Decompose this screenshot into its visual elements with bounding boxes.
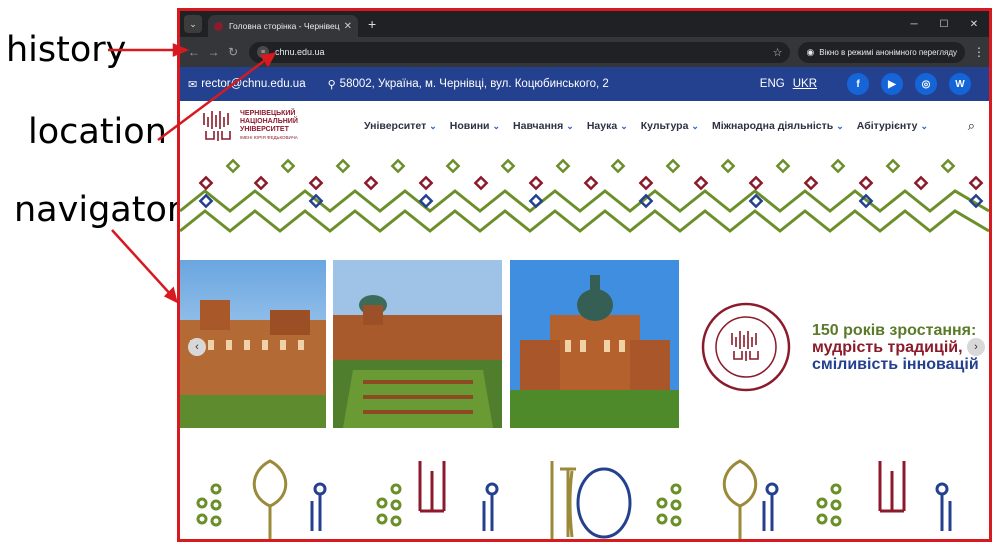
browser-menu-icon[interactable]: ⋮ <box>973 45 985 59</box>
chevron-down-icon: ⌄ <box>920 121 928 131</box>
logo-emblem-icon <box>203 111 231 141</box>
close-tab-icon[interactable]: ✕ <box>344 21 352 32</box>
facebook-icon[interactable]: f <box>847 73 869 95</box>
tab-strip: ⌄ Головна сторінка - Чернівецьк ✕ + ─ ☐ … <box>180 11 989 37</box>
incognito-indicator[interactable]: ◉ Вікно в режимі анонімного перегляду <box>798 41 965 63</box>
tab-search-button[interactable]: ⌄ <box>184 15 202 33</box>
incognito-icon: ◉ <box>806 46 815 57</box>
university-logo[interactable]: ЧЕРНІВЕЦЬКИЙ НАЦІОНАЛЬНИЙ УНІВЕРСИТЕТ ІМ… <box>200 109 340 143</box>
instagram-icon[interactable]: ◎ <box>915 73 937 95</box>
site-favicon-icon <box>214 21 223 31</box>
search-icon[interactable]: ⌕ <box>968 118 975 134</box>
anniversary-seal-icon <box>701 302 791 392</box>
contact-email[interactable]: ✉ rector@chnu.edu.ua <box>188 78 306 91</box>
forward-arrow-icon[interactable]: → <box>204 45 224 59</box>
close-window-button[interactable]: ✕ <box>959 19 989 30</box>
main-menu: Університет ⌄ Новини ⌄ Навчання ⌄ Наука ⌄ Ку… <box>364 120 941 132</box>
chevron-down-icon: ⌄ <box>566 121 574 131</box>
chevron-down-icon: ⌄ <box>836 121 844 131</box>
annotation-location: location <box>28 112 167 152</box>
menu-item-education[interactable]: Навчання ⌄ <box>513 120 574 132</box>
menu-item-science[interactable]: Наука ⌄ <box>587 120 628 132</box>
address-bar[interactable]: ≡ chnu.edu.ua ☆ <box>249 41 791 63</box>
campus-photo-2 <box>333 260 502 428</box>
annotation-navigator: navigator <box>14 190 182 230</box>
new-tab-button[interactable]: + <box>368 16 376 32</box>
address-text: 58002, Україна, м. Чернівці, вул. Коцюби… <box>339 78 609 90</box>
anniversary-banner-ornament <box>196 459 952 539</box>
lang-ukr-link[interactable]: UKR <box>793 78 817 90</box>
chevron-down-icon: ⌄ <box>429 121 437 131</box>
wikipedia-icon[interactable]: W <box>949 73 971 95</box>
site-topbar: ✉ rector@chnu.edu.ua ⚲ 58002, Україна, м… <box>180 67 989 101</box>
lang-eng-link[interactable]: ENG <box>760 78 785 90</box>
minimize-button[interactable]: ─ <box>899 19 929 30</box>
screenshot-stage: history location navigator ⌄ Головна сто… <box>0 0 999 551</box>
site-navigation: ЧЕРНІВЕЦЬКИЙ НАЦІОНАЛЬНИЙ УНІВЕРСИТЕТ ІМ… <box>180 101 989 151</box>
envelope-icon: ✉ <box>188 78 198 91</box>
embroidery-ornament <box>180 158 989 233</box>
topbar-right: ENG UKR f ▶ ◎ W <box>760 67 971 101</box>
incognito-label: Вікно в режимі анонімного перегляду <box>819 47 957 57</box>
contact-address: ⚲ 58002, Україна, м. Чернівці, вул. Коцю… <box>328 78 609 91</box>
url-text: chnu.edu.ua <box>275 47 325 57</box>
annotation-history: history <box>6 30 127 70</box>
toolbar: ← → ↻ ≡ chnu.edu.ua ☆ ◉ Вікно в режимі а… <box>180 37 989 67</box>
menu-item-applicants[interactable]: Абітурієнту ⌄ <box>857 120 928 132</box>
campus-photo-3 <box>510 260 679 428</box>
tab-title: Головна сторінка - Чернівецьк <box>229 21 340 31</box>
menu-item-international[interactable]: Міжнародна діяльність ⌄ <box>712 120 844 132</box>
window-controls: ─ ☐ ✕ <box>899 11 989 37</box>
back-arrow-icon[interactable]: ← <box>184 45 204 59</box>
youtube-icon[interactable]: ▶ <box>881 73 903 95</box>
chevron-down-icon: ⌄ <box>492 121 501 131</box>
logo-text: ЧЕРНІВЕЦЬКИЙ НАЦІОНАЛЬНИЙ УНІВЕРСИТЕТ ІМ… <box>240 110 298 140</box>
carousel-prev-arrow-icon[interactable]: ‹ <box>188 338 206 356</box>
email-text: rector@chnu.edu.ua <box>201 78 306 90</box>
reload-icon[interactable]: ↻ <box>223 45 243 59</box>
chevron-down-icon: ⌄ <box>620 121 628 131</box>
map-pin-icon: ⚲ <box>327 78 336 91</box>
chevron-down-icon: ⌄ <box>691 121 699 131</box>
menu-item-culture[interactable]: Культура ⌄ <box>641 120 699 132</box>
hero-slogan: 150 років зростання: мудрість традицій, … <box>812 322 979 373</box>
maximize-button[interactable]: ☐ <box>929 19 959 30</box>
active-tab[interactable]: Головна сторінка - Чернівецьк ✕ <box>208 15 358 37</box>
bookmark-star-icon[interactable]: ☆ <box>773 46 783 59</box>
browser-window: ⌄ Головна сторінка - Чернівецьк ✕ + ─ ☐ … <box>177 8 992 542</box>
site-info-icon[interactable]: ≡ <box>257 46 270 58</box>
menu-item-news[interactable]: Новини ⌄ <box>450 120 500 132</box>
menu-item-university[interactable]: Університет ⌄ <box>364 120 437 132</box>
